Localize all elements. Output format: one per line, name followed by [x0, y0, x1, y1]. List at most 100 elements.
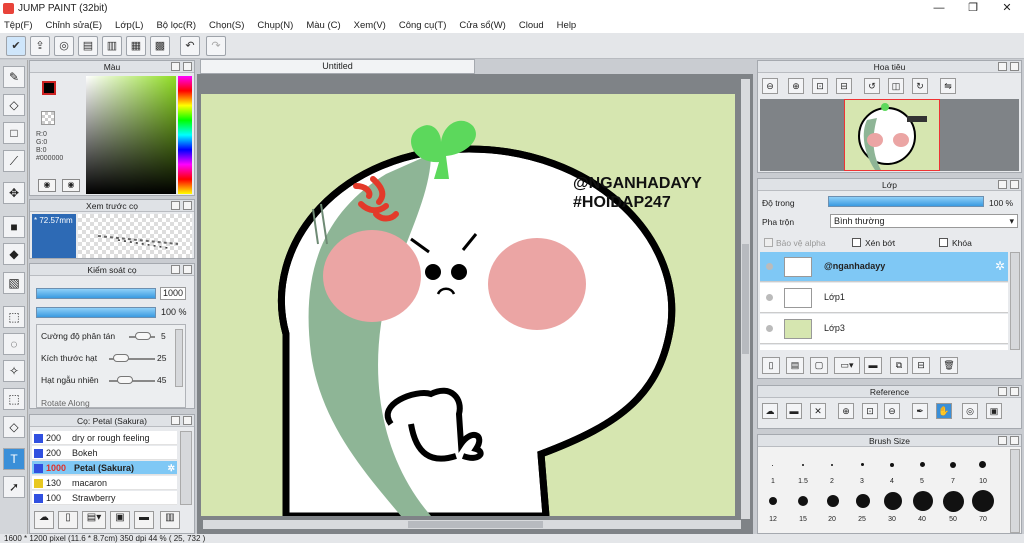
brush-size-dot[interactable]	[798, 496, 808, 506]
brush-size-dot[interactable]	[890, 463, 894, 467]
zoom-out-icon[interactable]: ⊖	[884, 403, 900, 419]
eyedropper-icon[interactable]: ✒	[912, 403, 928, 419]
menu-filter[interactable]: Bộ lọc(R)	[156, 20, 196, 31]
layer-row[interactable]	[760, 345, 1008, 350]
transparent-color-swatch[interactable]	[41, 111, 55, 125]
menu-cloud[interactable]: Cloud	[519, 20, 544, 31]
brush-item[interactable]: 100 Strawberry	[32, 491, 177, 505]
primary-color-swatch[interactable]	[42, 81, 56, 95]
maximize-button[interactable]: ❐	[956, 0, 990, 17]
brush-size-dot[interactable]	[979, 461, 986, 468]
brush-item[interactable]: 200 dry or rough feeling	[32, 431, 177, 445]
eye-icon[interactable]	[766, 294, 773, 301]
hue-slider[interactable]	[178, 76, 192, 194]
brush-size-dot[interactable]	[950, 462, 956, 468]
horizontal-scrollbar[interactable]	[203, 520, 741, 529]
brush-size-dot[interactable]	[769, 497, 777, 505]
close-button[interactable]: ✕	[990, 0, 1024, 17]
lock-checkbox[interactable]	[939, 238, 948, 247]
color-wheel-icon[interactable]: ◉	[62, 179, 80, 192]
delete-layer-icon[interactable]: 🗑	[940, 357, 958, 374]
lasso-tool-icon[interactable]: ◌	[3, 333, 25, 355]
panel-pop-icon[interactable]	[171, 62, 180, 71]
page-icon[interactable]: ▥	[102, 36, 122, 56]
new-halftone-layer-icon[interactable]: ▤	[786, 357, 804, 374]
menu-tools[interactable]: Công cụ(T)	[399, 20, 447, 31]
menu-file[interactable]: Tệp(F)	[4, 20, 33, 31]
brush-size-dot[interactable]	[831, 464, 833, 466]
brush-params-scrollbar[interactable]	[175, 329, 183, 387]
clipping-checkbox[interactable]	[852, 238, 861, 247]
brush-size-dot[interactable]	[920, 462, 925, 467]
drawing-canvas[interactable]: @NGANHADAYY #HOIDAP247	[201, 94, 735, 516]
panel-close-icon[interactable]	[183, 62, 192, 71]
comment-icon[interactable]: ▤	[78, 36, 98, 56]
panel-pop-icon[interactable]	[998, 387, 1007, 396]
layer-row[interactable]: Lớp1	[760, 283, 1008, 313]
delete-brush-icon[interactable]: ▥	[160, 511, 180, 529]
brush-item-selected[interactable]: 1000 Petal (Sakura) ✲	[32, 461, 177, 475]
brush-item[interactable]: 130 macaron	[32, 476, 177, 490]
grain-size-slider[interactable]	[113, 354, 129, 362]
chat-icon[interactable]: ◎	[54, 36, 74, 56]
reset-view-icon[interactable]: ▣	[986, 403, 1002, 419]
magic-wand-tool-icon[interactable]: ✧	[3, 360, 25, 382]
new-vector-layer-icon[interactable]: ▢	[810, 357, 828, 374]
rotate-right-icon[interactable]: ↻	[912, 78, 928, 94]
brush-size-dot[interactable]	[827, 495, 839, 507]
panel-pop-icon[interactable]	[998, 62, 1007, 71]
panel-close-icon[interactable]	[1010, 62, 1019, 71]
eye-icon[interactable]	[766, 325, 773, 332]
brush-size-slider[interactable]	[36, 288, 156, 299]
layer-row[interactable]: @nganhadayy ✲	[760, 252, 1008, 282]
gear-icon[interactable]: ✲	[167, 461, 175, 475]
zoom-in-icon[interactable]: ⊕	[838, 403, 854, 419]
layer-opacity-slider[interactable]	[828, 196, 984, 207]
gradient-tool-icon[interactable]: ▧	[3, 272, 25, 294]
menu-window[interactable]: Cửa sổ(W)	[459, 20, 505, 31]
menu-capture[interactable]: Chụp(N)	[257, 20, 293, 31]
panel-close-icon[interactable]	[183, 201, 192, 210]
brush-size-dot[interactable]	[856, 494, 870, 508]
panel-pop-icon[interactable]	[998, 180, 1007, 189]
canvas-viewport[interactable]: @NGANHADAYY #HOIDAP247	[197, 74, 753, 534]
text-tool-icon[interactable]: T	[3, 448, 25, 470]
flip-icon[interactable]: ⇋	[940, 78, 956, 94]
color-picker-icon[interactable]: ◉	[38, 179, 56, 192]
panel-close-icon[interactable]	[1010, 387, 1019, 396]
brush-menu-icon[interactable]: ▤▾	[82, 511, 106, 529]
open-folder-icon[interactable]: ▬	[786, 403, 802, 419]
select-eraser-tool-icon[interactable]: ◇	[3, 416, 25, 438]
line-tool-icon[interactable]: ⟋	[3, 150, 25, 172]
brush-tool-icon[interactable]: ✎	[3, 66, 25, 88]
rotate-icon[interactable]: ◎	[962, 403, 978, 419]
saturation-value-field[interactable]	[86, 76, 176, 194]
fit-icon[interactable]: ⊡	[862, 403, 878, 419]
rotate-left-icon[interactable]: ↺	[864, 78, 880, 94]
merge-layer-icon[interactable]: ⊟	[912, 357, 930, 374]
export-icon[interactable]: ⇪	[30, 36, 50, 56]
operation-tool-icon[interactable]: ➚	[3, 476, 25, 498]
panel-close-icon[interactable]	[183, 416, 192, 425]
menu-color[interactable]: Màu (C)	[306, 20, 340, 31]
panel-close-icon[interactable]	[1010, 436, 1019, 445]
brush-size-dot[interactable]	[861, 463, 864, 466]
new-brush-icon[interactable]: ▯	[58, 511, 78, 529]
bucket-tool-icon[interactable]: ◆	[3, 243, 25, 265]
eraser-tool-icon[interactable]: ◇	[3, 94, 25, 116]
layer-row[interactable]: Lớp3	[760, 314, 1008, 344]
panel-close-icon[interactable]	[1010, 180, 1019, 189]
navigator-preview[interactable]	[760, 99, 1019, 171]
brush-size-dot[interactable]	[913, 491, 933, 511]
reset-rotate-icon[interactable]: ◫	[888, 78, 904, 94]
brush-settings-icon[interactable]: ▣	[110, 511, 130, 529]
brush-opacity-slider[interactable]	[36, 307, 156, 318]
brush-size-dot[interactable]	[772, 465, 773, 466]
brush-size-scrollbar[interactable]	[1010, 449, 1020, 533]
panel-pop-icon[interactable]	[998, 436, 1007, 445]
blend-mode-select[interactable]: Bình thường ▾	[830, 214, 1018, 228]
scatter-slider[interactable]	[135, 332, 151, 340]
close-reference-icon[interactable]: ✕	[810, 403, 826, 419]
gear-icon[interactable]: ✲	[995, 259, 1005, 273]
menu-select[interactable]: Chọn(S)	[209, 20, 244, 31]
